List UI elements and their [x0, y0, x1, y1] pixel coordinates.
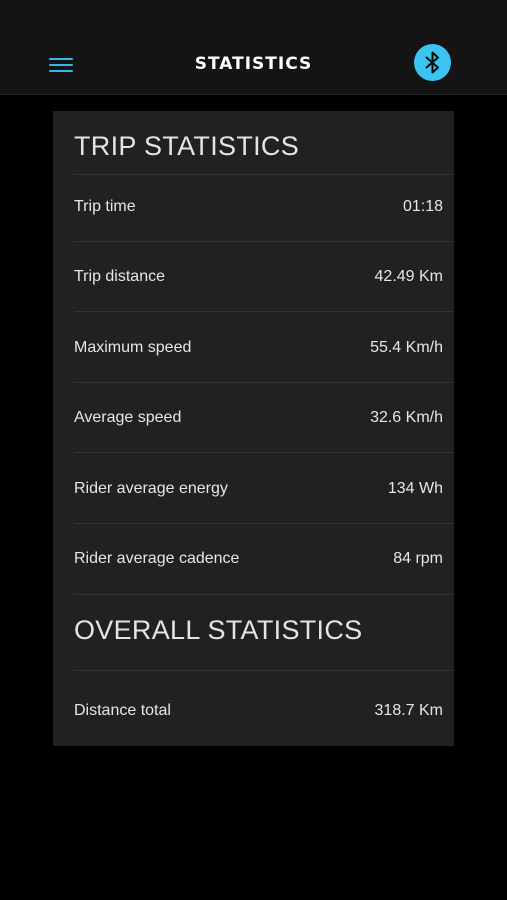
trip-statistics-title: TRIP STATISTICS: [74, 131, 300, 161]
stat-label: Maximum speed: [74, 339, 192, 356]
overall-statistics-title: OVERALL STATISTICS: [74, 615, 363, 645]
stat-label: Trip distance: [74, 268, 165, 285]
stat-value: 42.49 Km: [374, 268, 443, 285]
divider: [74, 311, 454, 312]
divider: [74, 594, 454, 595]
divider: [74, 670, 454, 671]
stat-label: Rider average energy: [74, 480, 228, 497]
stat-value: 84 rpm: [393, 550, 443, 567]
stat-row-maximum-speed: Maximum speed 55.4 Km/h: [74, 313, 443, 383]
stat-value: 55.4 Km/h: [370, 339, 443, 356]
stat-row-trip-distance: Trip distance 42.49 Km: [74, 242, 443, 312]
statistics-card: TRIP STATISTICS Trip time 01:18 Trip dis…: [53, 111, 454, 746]
stat-value: 32.6 Km/h: [370, 409, 443, 426]
stat-row-trip-time: Trip time 01:18: [74, 172, 443, 242]
stat-label: Average speed: [74, 409, 182, 426]
stat-label: Trip time: [74, 198, 136, 215]
bluetooth-button[interactable]: [414, 44, 451, 81]
stat-row-rider-average-energy: Rider average energy 134 Wh: [74, 454, 443, 524]
stat-label: Distance total: [74, 702, 171, 719]
stat-row-distance-total: Distance total 318.7 Km: [74, 676, 443, 746]
divider: [74, 452, 454, 453]
stat-value: 318.7 Km: [374, 702, 443, 719]
stat-row-rider-average-cadence: Rider average cadence 84 rpm: [74, 524, 443, 594]
stat-value: 134 Wh: [387, 480, 443, 497]
app-bar: STATISTICS: [0, 0, 507, 95]
bluetooth-icon: [425, 51, 439, 74]
stat-value: 01:18: [402, 198, 443, 215]
stat-row-average-speed: Average speed 32.6 Km/h: [74, 383, 443, 453]
stat-label: Rider average cadence: [74, 550, 240, 567]
